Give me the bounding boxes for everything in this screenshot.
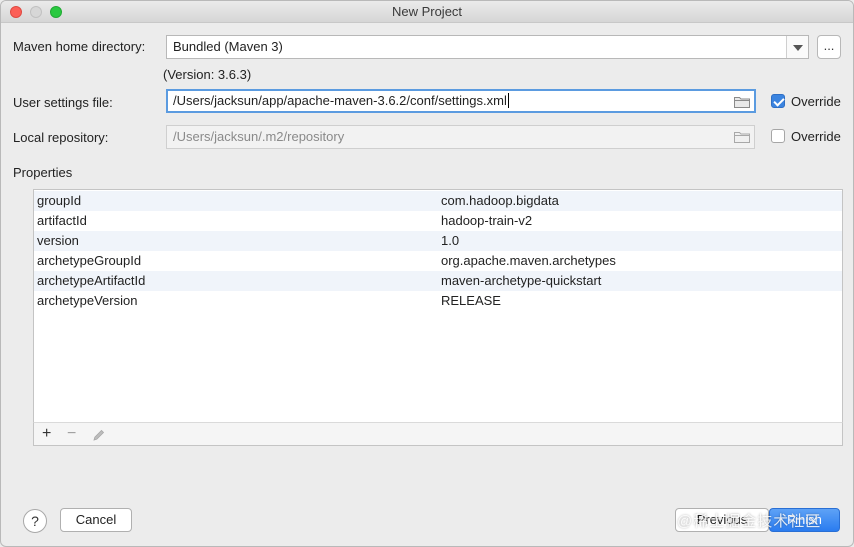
property-key: version (37, 233, 79, 248)
maven-version-note: (Version: 3.6.3) (163, 67, 252, 82)
local-repo-input: /Users/jacksun/.m2/repository (166, 125, 755, 149)
property-key: archetypeArtifactId (37, 273, 146, 288)
table-row[interactable]: groupId com.hadoop.bigdata (34, 191, 842, 211)
property-value[interactable]: com.hadoop.bigdata (441, 191, 559, 211)
user-settings-override-label: Override (791, 94, 841, 109)
maven-home-value: Bundled (Maven 3) (173, 39, 283, 54)
property-value[interactable]: RELEASE (441, 291, 501, 311)
help-button[interactable]: ? (23, 509, 47, 533)
help-icon: ? (31, 513, 39, 529)
watermark: @稀土掘金技术社区 (677, 513, 822, 530)
cancel-button[interactable]: Cancel (60, 508, 132, 532)
text-caret (507, 93, 509, 108)
maven-home-label: Maven home directory: (13, 39, 146, 54)
property-key: archetypeGroupId (37, 253, 142, 268)
user-settings-input[interactable]: /Users/jacksun/app/apache-maven-3.6.2/co… (166, 89, 756, 113)
property-value[interactable]: org.apache.maven.archetypes (441, 251, 616, 271)
property-value[interactable]: maven-archetype-quickstart (441, 271, 601, 291)
local-repo-label: Local repository: (13, 130, 109, 145)
zoom-window-button[interactable] (50, 6, 62, 18)
table-row[interactable]: artifactId hadoop-train-v2 (34, 211, 842, 231)
user-settings-override-checkbox[interactable] (771, 94, 785, 108)
maven-home-dropdown[interactable]: Bundled (Maven 3) (166, 35, 809, 59)
properties-table: groupId com.hadoop.bigdata artifactId ha… (33, 189, 843, 423)
cancel-label: Cancel (75, 512, 117, 527)
user-settings-value: /Users/jacksun/app/apache-maven-3.6.2/co… (173, 93, 507, 108)
table-row[interactable]: archetypeGroupId org.apache.maven.archet… (34, 251, 842, 271)
close-window-button[interactable] (10, 6, 22, 18)
property-key: groupId (37, 193, 82, 208)
browse-maven-home-button[interactable]: ... (817, 35, 841, 59)
chevron-down-icon[interactable] (786, 36, 808, 58)
browse-label: ... (823, 38, 835, 53)
properties-toolbar: + − (33, 422, 843, 446)
local-repo-override-checkbox[interactable] (771, 129, 785, 143)
remove-property-button[interactable]: − (67, 425, 76, 443)
user-settings-label: User settings file: (13, 95, 113, 110)
add-property-button[interactable]: + (42, 425, 51, 443)
local-repo-override-label: Override (791, 129, 841, 144)
table-row[interactable]: archetypeArtifactId maven-archetype-quic… (34, 271, 842, 291)
properties-heading: Properties (13, 165, 73, 180)
folder-icon[interactable] (734, 96, 750, 108)
property-key: archetypeVersion (37, 293, 138, 308)
table-row[interactable]: version 1.0 (34, 231, 842, 251)
property-key: artifactId (37, 213, 87, 228)
property-value[interactable]: 1.0 (441, 231, 459, 251)
new-project-dialog: New Project Maven home directory: Bundle… (0, 0, 854, 547)
folder-icon (734, 132, 750, 143)
table-row[interactable]: archetypeVersion RELEASE (34, 291, 842, 311)
property-value[interactable]: hadoop-train-v2 (441, 211, 532, 231)
edit-pencil-icon[interactable] (92, 428, 106, 442)
minimize-window-button[interactable] (30, 6, 42, 18)
local-repo-value: /Users/jacksun/.m2/repository (173, 129, 345, 144)
title-bar: New Project (1, 1, 853, 23)
window-title: New Project (391, 4, 463, 19)
